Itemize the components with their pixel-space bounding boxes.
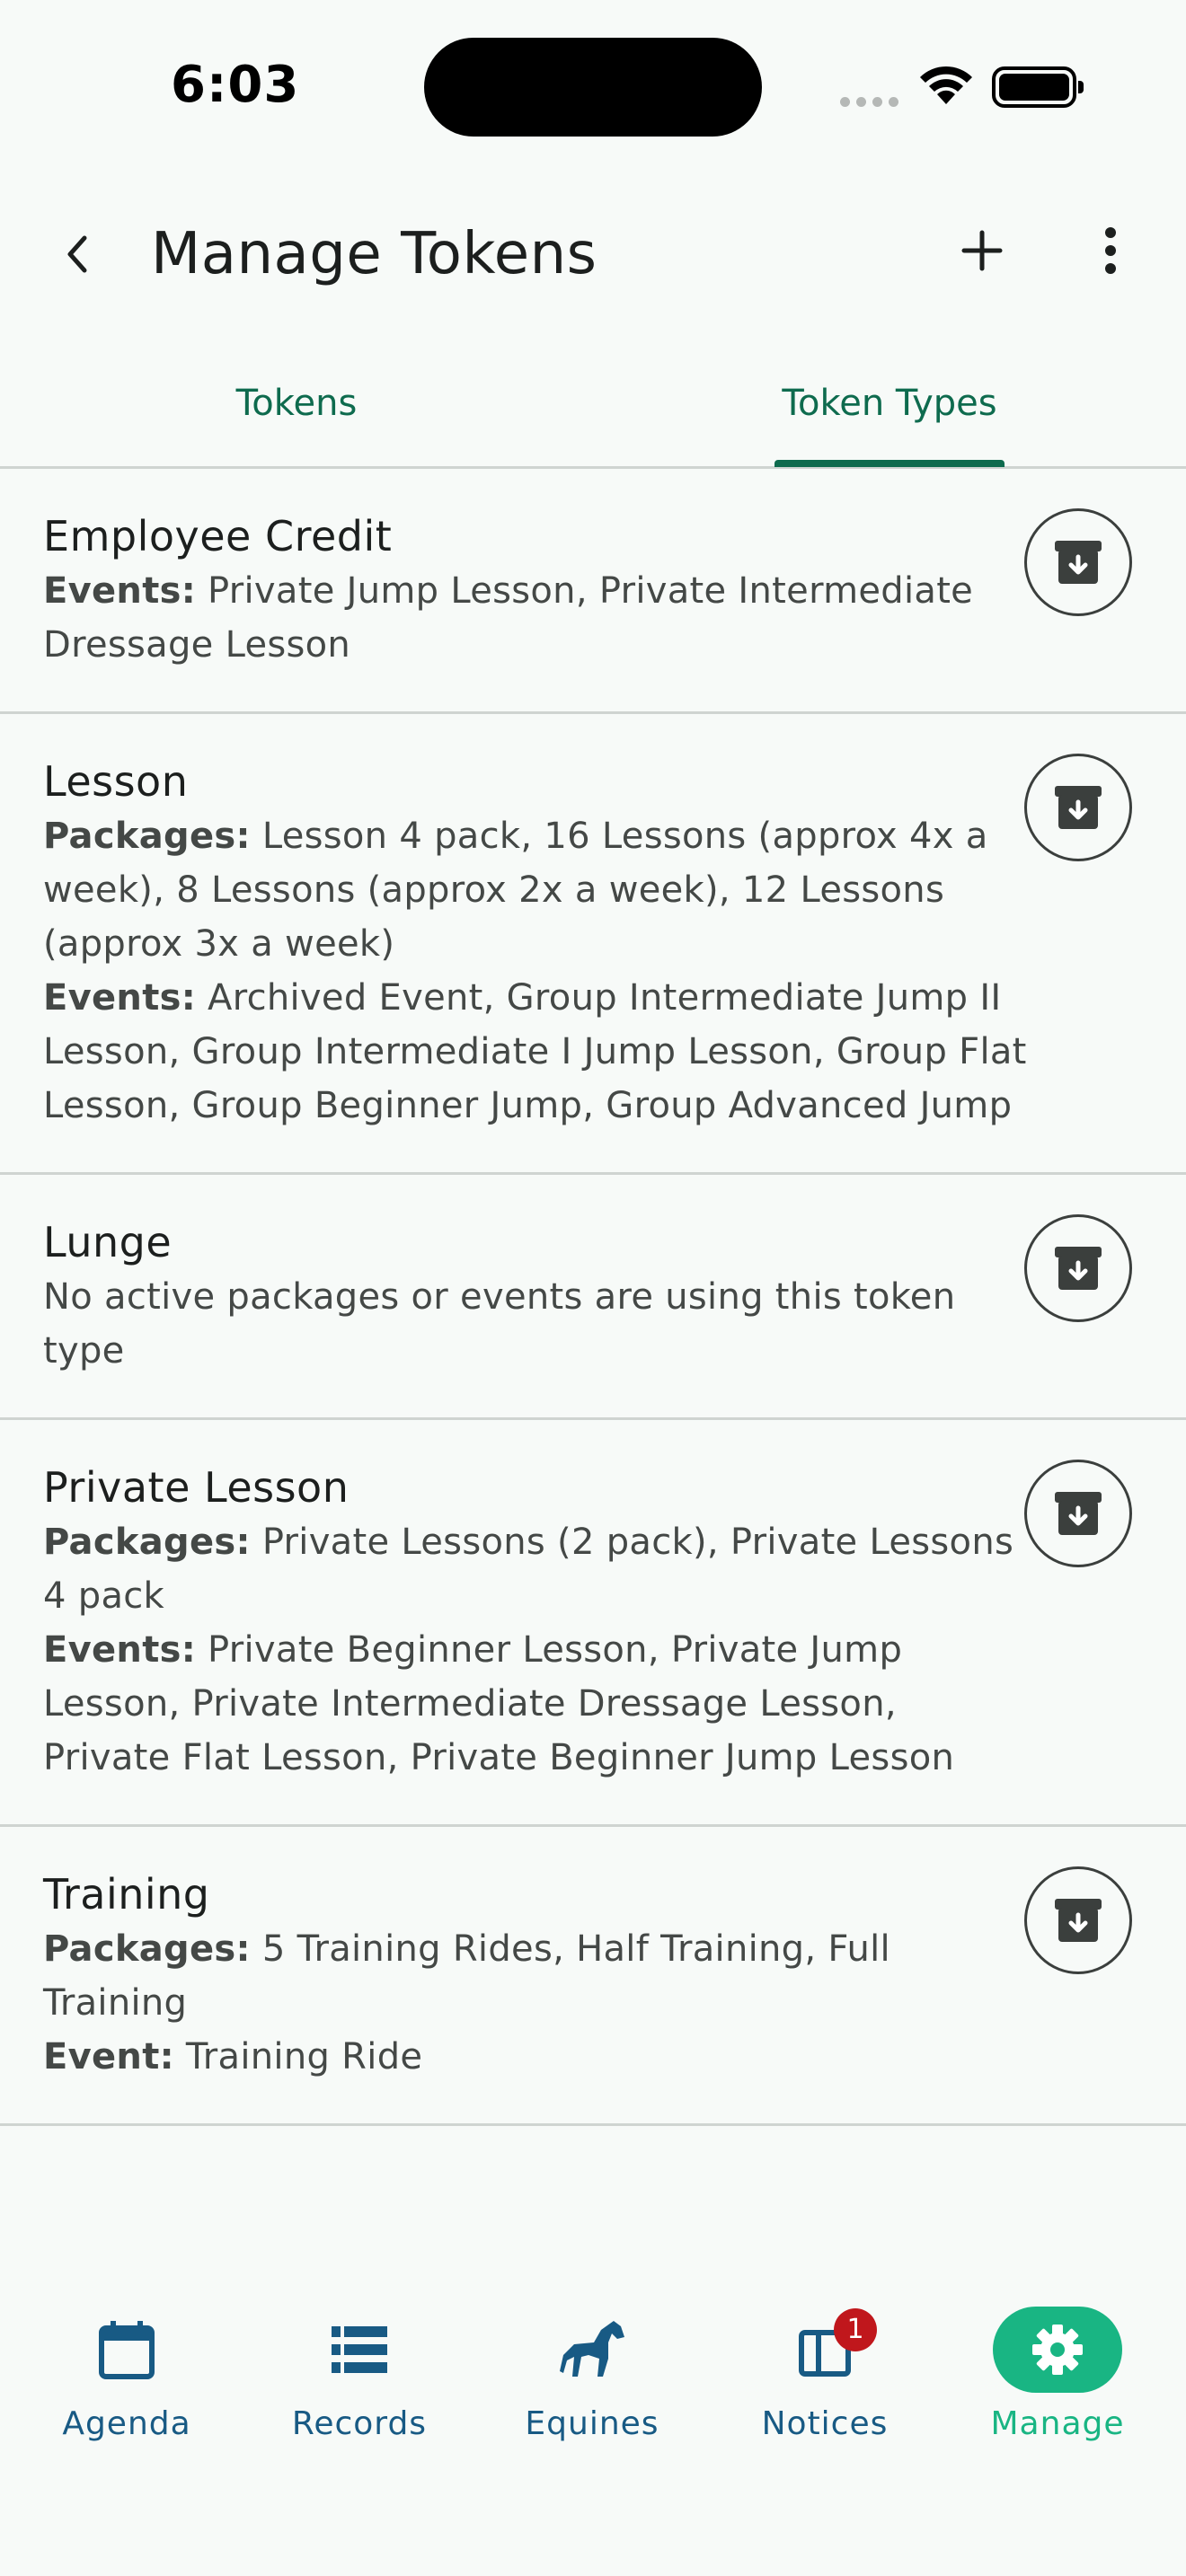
token-type-packages: Packages: Lesson 4 pack, 16 Lessons (app… — [43, 809, 1033, 971]
more-options-button[interactable] — [1084, 219, 1137, 282]
nav-agenda[interactable]: Agenda — [37, 2307, 217, 2450]
events-label: Events: — [43, 570, 197, 612]
archive-icon — [1055, 1247, 1102, 1290]
nav-equines[interactable]: Equines — [502, 2307, 682, 2450]
dynamic-island — [424, 38, 762, 137]
tab-token-types[interactable]: Token Types — [593, 383, 1186, 424]
token-type-name: Private Lesson — [43, 1463, 350, 1512]
token-type-list: Employee Credit Events: Private Jump Les… — [0, 469, 1186, 2126]
archive-button[interactable] — [1024, 1214, 1132, 1322]
archive-icon — [1055, 1492, 1102, 1535]
token-type-events: Event: Training Ride — [43, 2030, 1033, 2084]
list-item[interactable]: Training Packages: 5 Training Rides, Hal… — [0, 1827, 1186, 2126]
battery-icon — [992, 66, 1084, 108]
token-type-usage: No active packages or events are using t… — [43, 1270, 1033, 1378]
archive-button[interactable] — [1024, 1460, 1132, 1567]
horse-icon — [527, 2307, 657, 2393]
wifi-icon — [918, 65, 974, 110]
archive-icon — [1055, 786, 1102, 829]
token-type-packages: Packages: Private Lessons (2 pack), Priv… — [43, 1515, 1033, 1623]
token-type-events: Events: Private Beginner Lesson, Private… — [43, 1623, 1033, 1785]
nav-manage[interactable]: Manage — [968, 2307, 1147, 2450]
nav-records[interactable]: Records — [270, 2307, 449, 2450]
more-vertical-icon — [1105, 227, 1116, 274]
token-type-name: Employee Credit — [43, 512, 393, 560]
events-label: Events: — [43, 977, 197, 1019]
nav-label: Agenda — [62, 2405, 191, 2442]
tab-indicator — [774, 460, 1005, 467]
nav-notices[interactable]: 1 Notices — [735, 2307, 915, 2450]
packages-label: Packages: — [43, 1522, 251, 1563]
usage-text: No active packages or events are using t… — [43, 1276, 956, 1372]
token-type-packages: Packages: 5 Training Rides, Half Trainin… — [43, 1922, 1033, 2030]
nav-label: Manage — [990, 2405, 1125, 2442]
token-type-name: Lesson — [43, 757, 189, 806]
nav-label: Notices — [761, 2405, 889, 2442]
events-label: Events: — [43, 1629, 197, 1671]
nav-label: Records — [291, 2405, 428, 2442]
list-icon — [295, 2307, 424, 2393]
event-label: Event: — [43, 2036, 174, 2078]
status-time: 6:03 — [171, 56, 300, 114]
notification-badge: 1 — [834, 2308, 877, 2351]
status-bar: 6:03 — [0, 0, 1186, 171]
gear-icon — [993, 2307, 1122, 2393]
token-type-name: Training — [43, 1870, 210, 1919]
archive-icon — [1055, 541, 1102, 584]
list-item[interactable]: Lesson Packages: Lesson 4 pack, 16 Lesso… — [0, 714, 1186, 1175]
list-item[interactable]: Private Lesson Packages: Private Lessons… — [0, 1420, 1186, 1827]
list-item[interactable]: Employee Credit Events: Private Jump Les… — [0, 469, 1186, 714]
event-text: Training Ride — [173, 2036, 423, 2078]
archive-button[interactable] — [1024, 508, 1132, 616]
token-type-events: Events: Private Jump Lesson, Private Int… — [43, 564, 1033, 672]
page-title: Manage Tokens — [151, 221, 597, 287]
archive-button[interactable] — [1024, 1866, 1132, 1974]
cellular-signal-icon — [840, 93, 905, 110]
notice-icon: 1 — [760, 2307, 890, 2393]
packages-label: Packages: — [43, 816, 251, 857]
app-bar: Manage Tokens — [0, 198, 1186, 314]
nav-label: Equines — [525, 2405, 659, 2442]
add-button[interactable] — [951, 219, 1013, 282]
packages-label: Packages: — [43, 1928, 251, 1970]
tab-bar: Tokens Token Types — [0, 359, 1186, 469]
list-item[interactable]: Lunge No active packages or events are u… — [0, 1175, 1186, 1420]
archive-button[interactable] — [1024, 754, 1132, 861]
tab-tokens[interactable]: Tokens — [0, 383, 593, 424]
back-button[interactable] — [47, 225, 106, 284]
bottom-navigation: Agenda Records Equines 1 Notices Manage — [0, 2281, 1186, 2461]
chevron-left-icon — [67, 235, 87, 273]
token-type-events: Events: Archived Event, Group Intermedia… — [43, 971, 1033, 1133]
plus-icon — [961, 230, 1003, 271]
archive-icon — [1055, 1899, 1102, 1942]
calendar-icon — [62, 2307, 191, 2393]
token-type-name: Lunge — [43, 1218, 173, 1266]
